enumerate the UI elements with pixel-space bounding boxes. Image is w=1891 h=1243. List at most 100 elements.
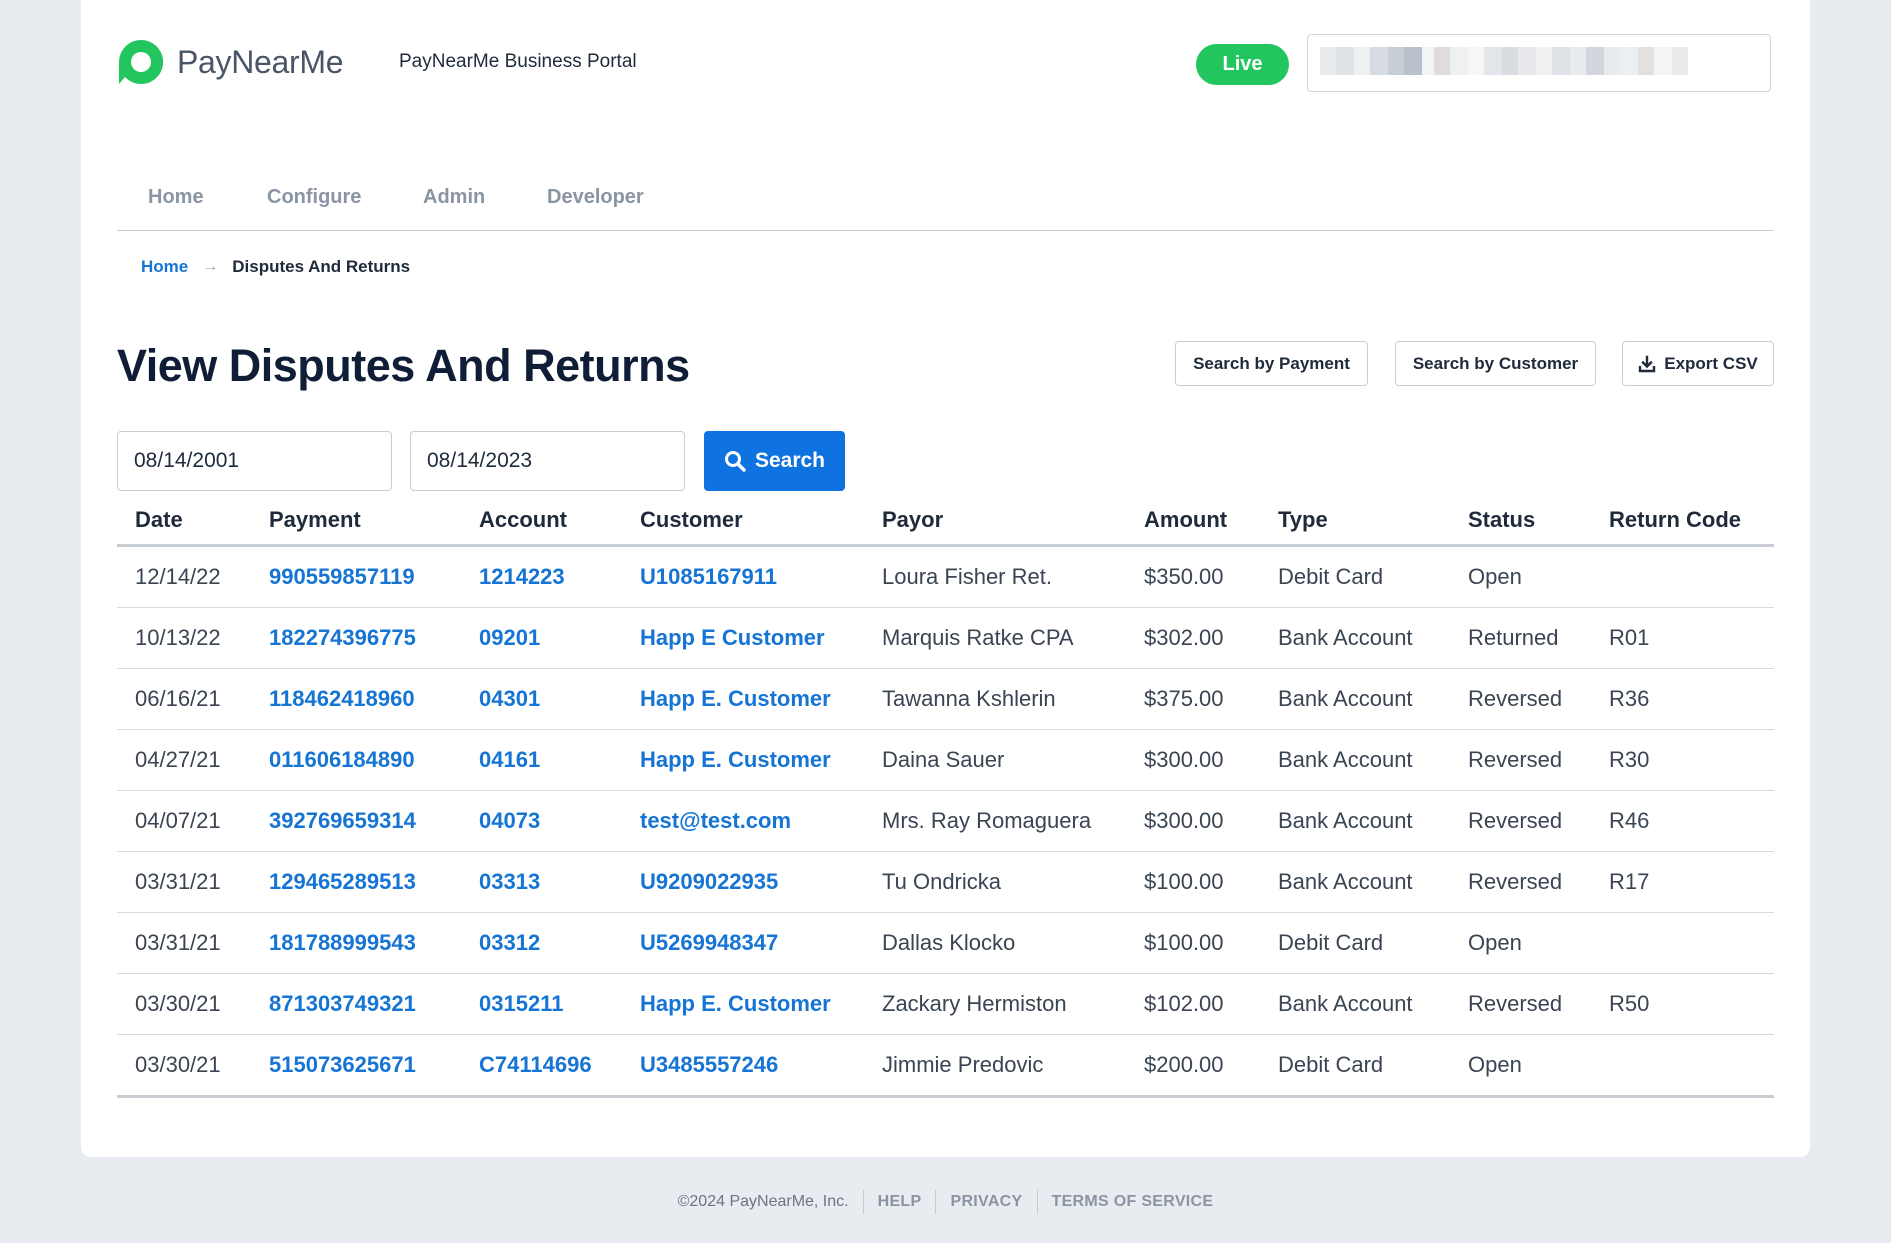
main-card: PayNearMe PayNearMe Business Portal Live [81, 0, 1810, 1157]
cell-customer[interactable]: test@test.com [622, 790, 864, 852]
cell-amount: $302.00 [1126, 607, 1260, 669]
cell-status: Reversed [1450, 973, 1591, 1035]
cell-payment[interactable]: 011606184890 [251, 729, 461, 791]
cell-return-code: R50 [1591, 973, 1774, 1035]
cell-payor: Tawanna Kshlerin [864, 668, 1126, 730]
cell-payor: Daina Sauer [864, 729, 1126, 791]
page-title: View Disputes And Returns [117, 340, 690, 391]
col-amount[interactable]: Amount [1126, 495, 1260, 547]
nav-item-admin[interactable]: Admin [423, 186, 485, 209]
paynearme-logo-icon [119, 39, 164, 84]
nav-item-configure[interactable]: Configure [267, 186, 361, 209]
download-icon [1639, 355, 1656, 372]
cell-account[interactable]: 1214223 [461, 545, 622, 608]
cell-type: Bank Account [1260, 790, 1450, 852]
cell-payment[interactable]: 515073625671 [251, 1034, 461, 1098]
breadcrumb-current: Disputes And Returns [232, 257, 411, 276]
cell-customer[interactable]: U1085167911 [622, 545, 864, 608]
cell-account[interactable]: C74114696 [461, 1034, 622, 1098]
cell-status: Open [1450, 1034, 1591, 1098]
cell-payment[interactable]: 871303749321 [251, 973, 461, 1035]
col-payor[interactable]: Payor [864, 495, 1126, 547]
cell-date: 06/16/21 [117, 668, 251, 730]
search-button[interactable]: Search [704, 431, 845, 491]
export-csv-button[interactable]: Export CSV [1622, 341, 1774, 386]
cell-customer[interactable]: U3485557246 [622, 1034, 864, 1098]
col-type[interactable]: Type [1260, 495, 1450, 547]
cell-payment[interactable]: 182274396775 [251, 607, 461, 669]
cell-payment[interactable]: 118462418960 [251, 668, 461, 730]
footer-terms-link[interactable]: TERMS OF SERVICE [1052, 1193, 1214, 1217]
col-status[interactable]: Status [1450, 495, 1591, 547]
col-date[interactable]: Date [117, 495, 251, 547]
account-selector[interactable] [1307, 34, 1771, 92]
portal-title: PayNearMe Business Portal [399, 51, 637, 72]
table-row: 03/31/21 129465289513 03313 U9209022935 Tu O… [117, 851, 1774, 913]
cell-status: Reversed [1450, 851, 1591, 913]
cell-payor: Loura Fisher Ret. [864, 545, 1126, 608]
footer: ©2024 PayNearMe, Inc. HELP PRIVACY TERMS… [0, 1190, 1891, 1217]
col-return-code[interactable]: Return Code [1591, 495, 1774, 547]
cell-customer[interactable]: U5269948347 [622, 912, 864, 974]
cell-customer[interactable]: U9209022935 [622, 851, 864, 913]
cell-account[interactable]: 04301 [461, 668, 622, 730]
cell-status: Reversed [1450, 790, 1591, 852]
cell-payment[interactable]: 392769659314 [251, 790, 461, 852]
cell-amount: $350.00 [1126, 545, 1260, 608]
brand-name: PayNearMe [177, 43, 344, 80]
col-customer[interactable]: Customer [622, 495, 864, 547]
end-date-input[interactable] [410, 431, 685, 491]
cell-payment[interactable]: 990559857119 [251, 545, 461, 608]
cell-customer[interactable]: Happ E. Customer [622, 668, 864, 730]
cell-type: Bank Account [1260, 668, 1450, 730]
nav-item-developer[interactable]: Developer [547, 186, 644, 209]
cell-customer[interactable]: Happ E. Customer [622, 729, 864, 791]
cell-account[interactable]: 09201 [461, 607, 622, 669]
breadcrumb-home-link[interactable]: Home [141, 257, 188, 277]
footer-privacy-link[interactable]: PRIVACY [950, 1193, 1022, 1217]
cell-payor: Mrs. Ray Romaguera [864, 790, 1126, 852]
cell-payment[interactable]: 129465289513 [251, 851, 461, 913]
col-account[interactable]: Account [461, 495, 622, 547]
copyright: ©2024 PayNearMe, Inc. [677, 1193, 849, 1210]
disputes-table: Date Payment Account Customer Payor Amou… [117, 495, 1774, 1098]
table-header-row: Date Payment Account Customer Payor Amou… [117, 495, 1774, 547]
col-payment[interactable]: Payment [251, 495, 461, 547]
cell-return-code: R01 [1591, 607, 1774, 669]
cell-status: Open [1450, 545, 1591, 608]
footer-help-link[interactable]: HELP [878, 1193, 922, 1217]
cell-date: 03/31/21 [117, 851, 251, 913]
cell-return-code [1591, 545, 1774, 608]
live-badge[interactable]: Live [1196, 44, 1289, 85]
cell-return-code: R46 [1591, 790, 1774, 852]
cell-account[interactable]: 04073 [461, 790, 622, 852]
cell-date: 04/07/21 [117, 790, 251, 852]
cell-return-code: R30 [1591, 729, 1774, 791]
cell-amount: $102.00 [1126, 973, 1260, 1035]
cell-account[interactable]: 04161 [461, 729, 622, 791]
cell-payor: Zackary Hermiston [864, 973, 1126, 1035]
cell-payor: Marquis Ratke CPA [864, 607, 1126, 669]
cell-account[interactable]: 03312 [461, 912, 622, 974]
cell-type: Debit Card [1260, 545, 1450, 608]
search-by-payment-button[interactable]: Search by Payment [1175, 341, 1368, 386]
cell-type: Debit Card [1260, 912, 1450, 974]
cell-customer[interactable]: Happ E. Customer [622, 973, 864, 1035]
paynearme-logo[interactable]: PayNearMe [117, 38, 344, 86]
start-date-input[interactable] [117, 431, 392, 491]
arrow-right-icon: → [202, 258, 219, 275]
cell-customer[interactable]: Happ E Customer [622, 607, 864, 669]
cell-date: 12/14/22 [117, 545, 251, 608]
nav-item-home[interactable]: Home [148, 186, 204, 209]
cell-return-code [1591, 912, 1774, 974]
footer-divider [1036, 1190, 1038, 1214]
cell-account[interactable]: 0315211 [461, 973, 622, 1035]
search-by-customer-button[interactable]: Search by Customer [1395, 341, 1596, 386]
cell-payment[interactable]: 181788999543 [251, 912, 461, 974]
cell-status: Reversed [1450, 729, 1591, 791]
footer-divider [935, 1190, 937, 1214]
cell-date: 03/30/21 [117, 1034, 251, 1098]
cell-account[interactable]: 03313 [461, 851, 622, 913]
table-row: 06/16/21 118462418960 04301 Happ E. Custome… [117, 668, 1774, 730]
footer-divider [862, 1190, 864, 1214]
